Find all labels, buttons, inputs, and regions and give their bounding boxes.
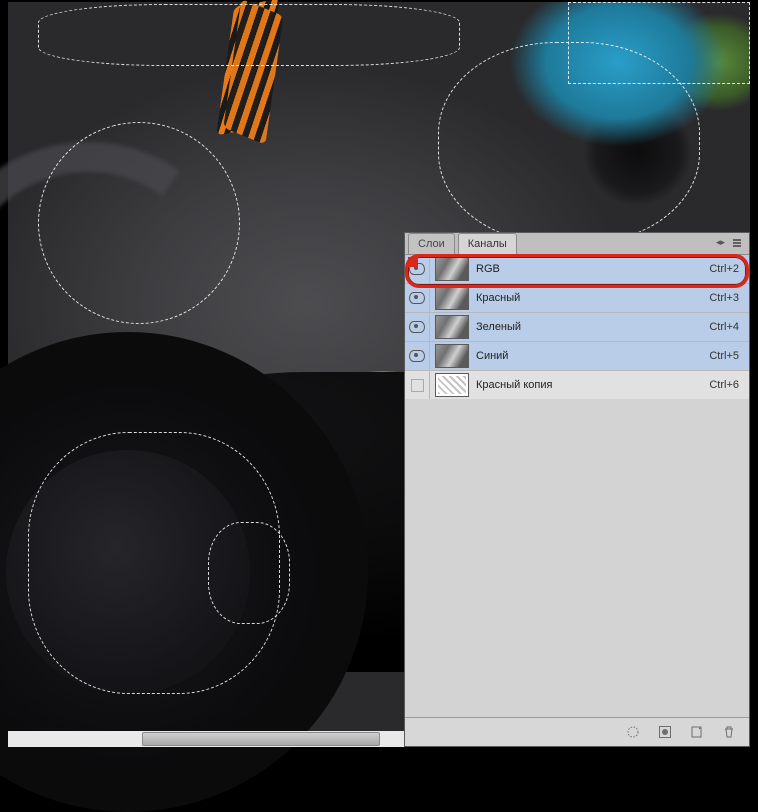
panel-empty-area — [405, 399, 749, 718]
channel-list: RGB Ctrl+2 Красный Ctrl+3 Зеленый Ctrl+4… — [405, 255, 749, 400]
channel-shortcut: Ctrl+6 — [709, 379, 749, 391]
channel-shortcut: Ctrl+3 — [709, 292, 749, 304]
eye-icon — [409, 350, 425, 362]
marching-ants-selection — [208, 522, 290, 624]
visibility-toggle[interactable] — [405, 313, 430, 341]
channel-name: Красный — [474, 292, 709, 304]
channel-name: RGB — [474, 263, 709, 275]
collapse-arrows-icon[interactable]: ◂▸ — [716, 237, 725, 248]
app-frame: Слои Каналы ◂▸ RGB Ctrl+2 Красный Ctrl+3 — [6, 0, 752, 749]
channel-thumbnail — [435, 315, 469, 339]
trash-icon — [722, 725, 736, 739]
channel-thumbnail — [435, 344, 469, 368]
eye-icon — [409, 263, 425, 275]
channel-name: Зеленый — [474, 321, 709, 333]
channel-shortcut: Ctrl+2 — [709, 263, 749, 275]
channel-thumbnail — [435, 286, 469, 310]
visibility-toggle[interactable] — [405, 255, 430, 283]
canvas-horizontal-scrollbar[interactable] — [8, 731, 404, 747]
channel-shortcut: Ctrl+5 — [709, 350, 749, 362]
delete-channel-button[interactable] — [721, 724, 737, 740]
channel-row-red-copy[interactable]: Красный копия Ctrl+6 — [405, 371, 749, 400]
channel-row-rgb[interactable]: RGB Ctrl+2 — [405, 255, 749, 284]
new-channel-button[interactable] — [689, 724, 705, 740]
channel-name: Синий — [474, 350, 709, 362]
panel-footer — [405, 717, 749, 746]
new-page-icon — [690, 725, 704, 739]
scrollbar-thumb[interactable] — [142, 732, 380, 746]
marching-ants-selection — [568, 2, 750, 84]
visibility-toggle[interactable] — [405, 284, 430, 312]
channel-name: Красный копия — [474, 379, 709, 391]
visibility-toggle[interactable] — [405, 371, 430, 399]
load-channel-as-selection-button[interactable] — [625, 724, 641, 740]
panel-menu-button[interactable] — [729, 235, 745, 251]
selection-circle-icon — [626, 725, 640, 739]
channel-thumbnail — [435, 373, 469, 397]
channel-row-blue[interactable]: Синий Ctrl+5 — [405, 342, 749, 371]
visibility-off-icon — [411, 379, 424, 392]
panel-tabbar: Слои Каналы ◂▸ — [405, 233, 749, 255]
tab-channels[interactable]: Каналы — [458, 233, 517, 254]
channel-row-red[interactable]: Красный Ctrl+3 — [405, 284, 749, 313]
visibility-toggle[interactable] — [405, 342, 430, 370]
save-selection-as-channel-button[interactable] — [657, 724, 673, 740]
channel-thumbnail — [435, 257, 469, 281]
eye-icon — [409, 321, 425, 333]
marching-ants-selection — [38, 4, 460, 66]
tab-layers[interactable]: Слои — [408, 233, 455, 254]
mask-icon — [658, 725, 672, 739]
channel-row-green[interactable]: Зеленый Ctrl+4 — [405, 313, 749, 342]
menu-icon — [732, 238, 742, 248]
eye-icon — [409, 292, 425, 304]
channels-panel: Слои Каналы ◂▸ RGB Ctrl+2 Красный Ctrl+3 — [404, 232, 750, 747]
channel-shortcut: Ctrl+4 — [709, 321, 749, 333]
